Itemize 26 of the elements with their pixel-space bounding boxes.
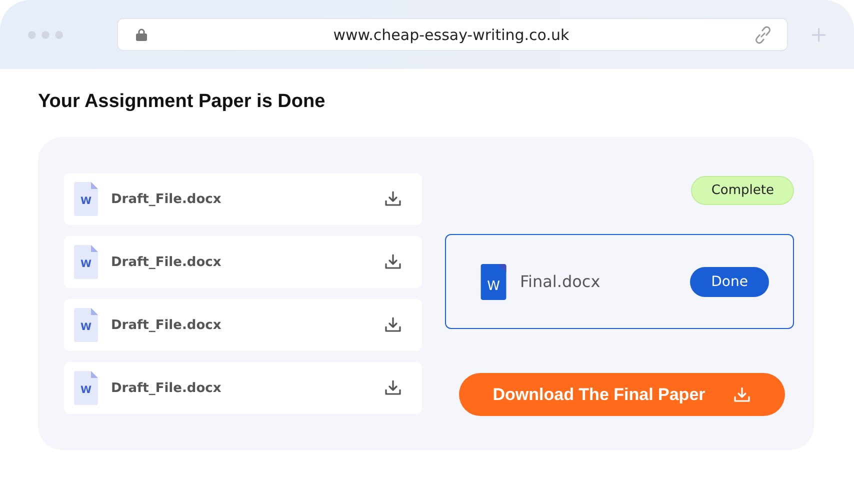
url-text: www.cheap-essay-writing.co.uk — [332, 26, 570, 44]
status-badge: Complete — [691, 176, 794, 205]
document-icon: W — [480, 264, 507, 300]
file-name: Draft_File.docx — [111, 192, 222, 206]
file-row[interactable]: W Draft_File.docx — [64, 236, 422, 288]
file-row[interactable]: W Draft_File.docx — [64, 362, 422, 414]
download-icon[interactable] — [384, 253, 402, 271]
file-row[interactable]: W Draft_File.docx — [64, 173, 422, 225]
file-name: Draft_File.docx — [111, 318, 222, 332]
file-name: Draft_File.docx — [111, 380, 222, 396]
download-icon[interactable] — [384, 379, 402, 397]
document-icon: W — [74, 182, 98, 216]
download-icon[interactable] — [384, 190, 402, 208]
done-button[interactable]: Done — [690, 266, 769, 296]
file-name: Final.docx — [520, 272, 602, 291]
document-icon: W — [74, 308, 98, 342]
window-dots-icon — [28, 30, 63, 38]
page-heading: Your Assignment Paper is Done — [38, 91, 326, 113]
file-row[interactable]: W Draft_File.docx — [64, 299, 422, 351]
address-bar[interactable]: www.cheap-essay-writing.co.uk — [116, 18, 788, 51]
download-icon[interactable] — [384, 316, 402, 334]
link-icon[interactable] — [755, 26, 772, 44]
document-icon: W — [74, 371, 98, 405]
file-name: Draft_File.docx — [111, 254, 222, 270]
lock-icon — [136, 28, 147, 41]
document-icon: W — [74, 245, 98, 279]
